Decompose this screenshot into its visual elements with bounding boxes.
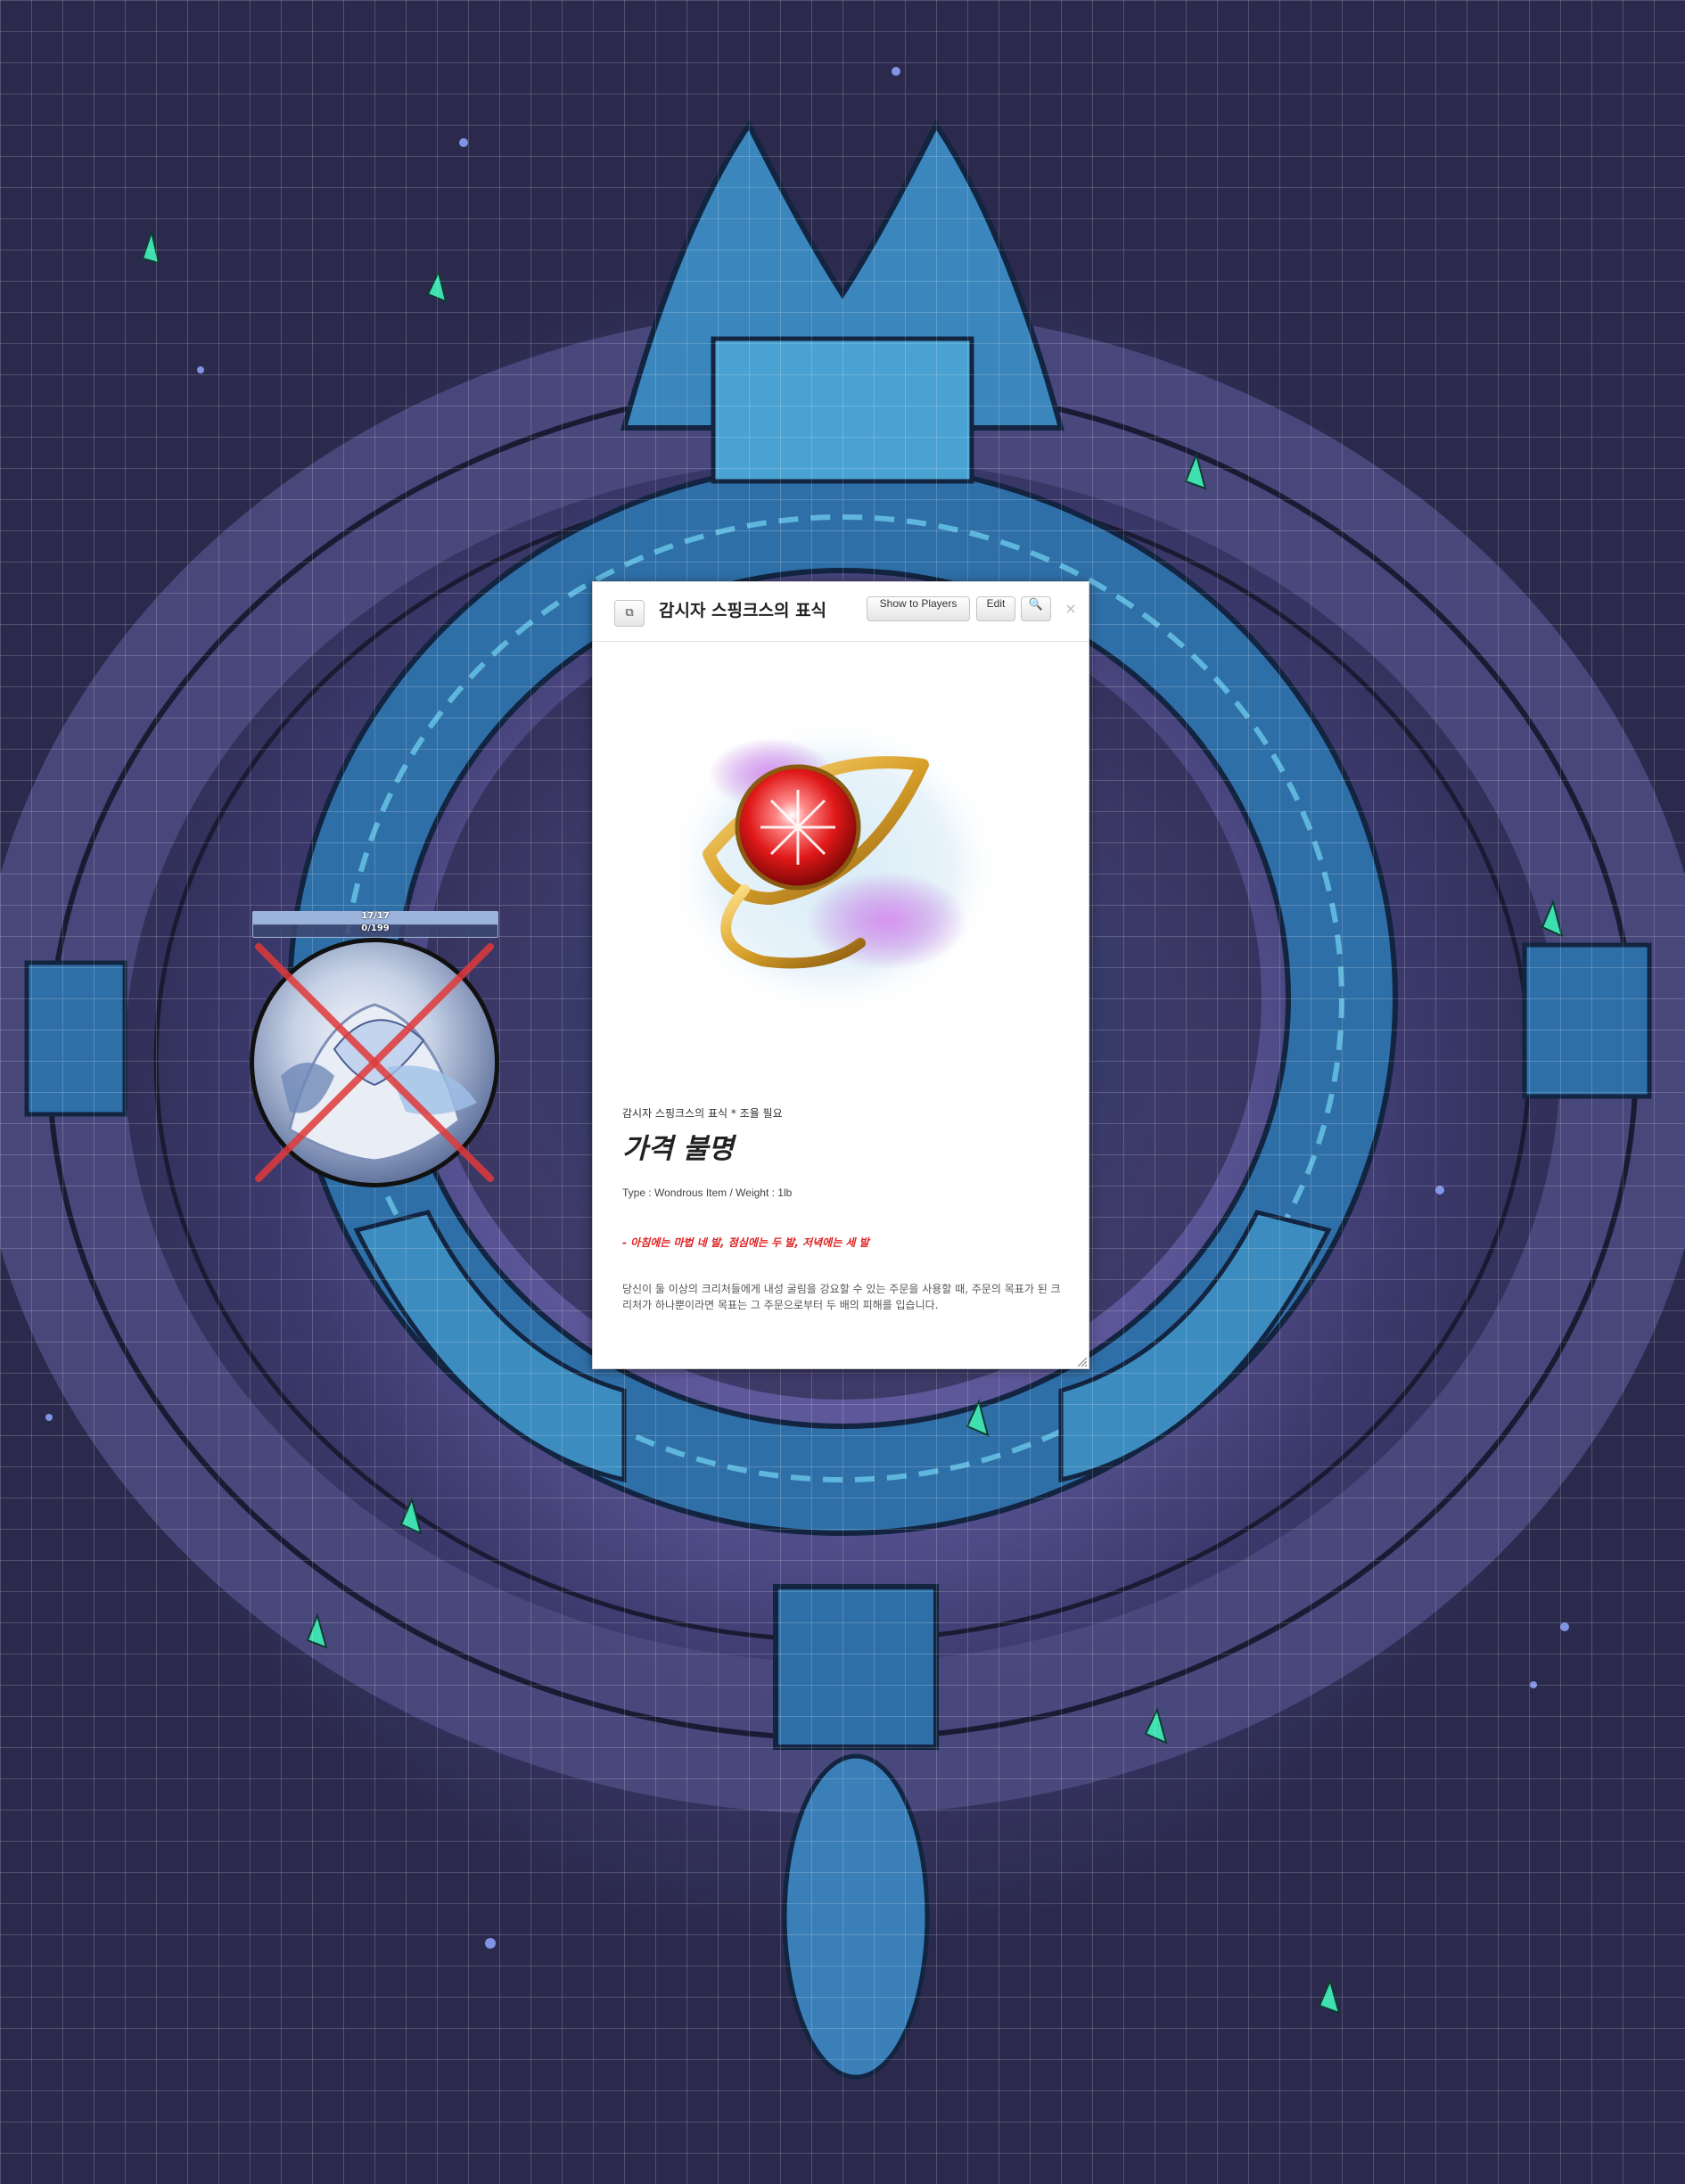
creature-token[interactable]: 17/17 0/199 (250, 911, 499, 1187)
item-charges: - 아침에는 마법 네 발, 점심에는 두 발, 저녁에는 세 발 (622, 1236, 869, 1249)
item-handout-dialog[interactable]: ⧉ 감시자 스핑크스의 표식 Show to Players Edit 🔍 × (592, 581, 1089, 1369)
dialog-title: 감시자 스핑크스의 표식 (659, 601, 827, 620)
dialog-titlebar[interactable]: ⧉ 감시자 스핑크스의 표식 Show to Players Edit 🔍 × (593, 582, 1089, 642)
search-icon[interactable]: 🔍 (1021, 596, 1051, 621)
popout-button[interactable]: ⧉ (614, 600, 645, 627)
item-type-weight: Type : Wondrous Item / Weight : 1lb (622, 1186, 793, 1199)
resize-handle-icon[interactable] (1076, 1356, 1087, 1367)
item-subtitle: 감시자 스핑크스의 표식 * 조율 필요 (622, 1107, 783, 1120)
dead-status-x-icon (255, 943, 494, 1182)
edit-button[interactable]: Edit (976, 596, 1015, 621)
show-to-players-button[interactable]: Show to Players (867, 596, 970, 621)
close-icon[interactable]: × (1062, 600, 1080, 618)
item-price: 가격 불명 (622, 1133, 734, 1165)
red-eye-gem-icon (664, 716, 1003, 1019)
item-description: 당신이 둘 이상의 크리처들에게 내성 굴림을 강요할 수 있는 주문을 사용할… (622, 1283, 1061, 1311)
